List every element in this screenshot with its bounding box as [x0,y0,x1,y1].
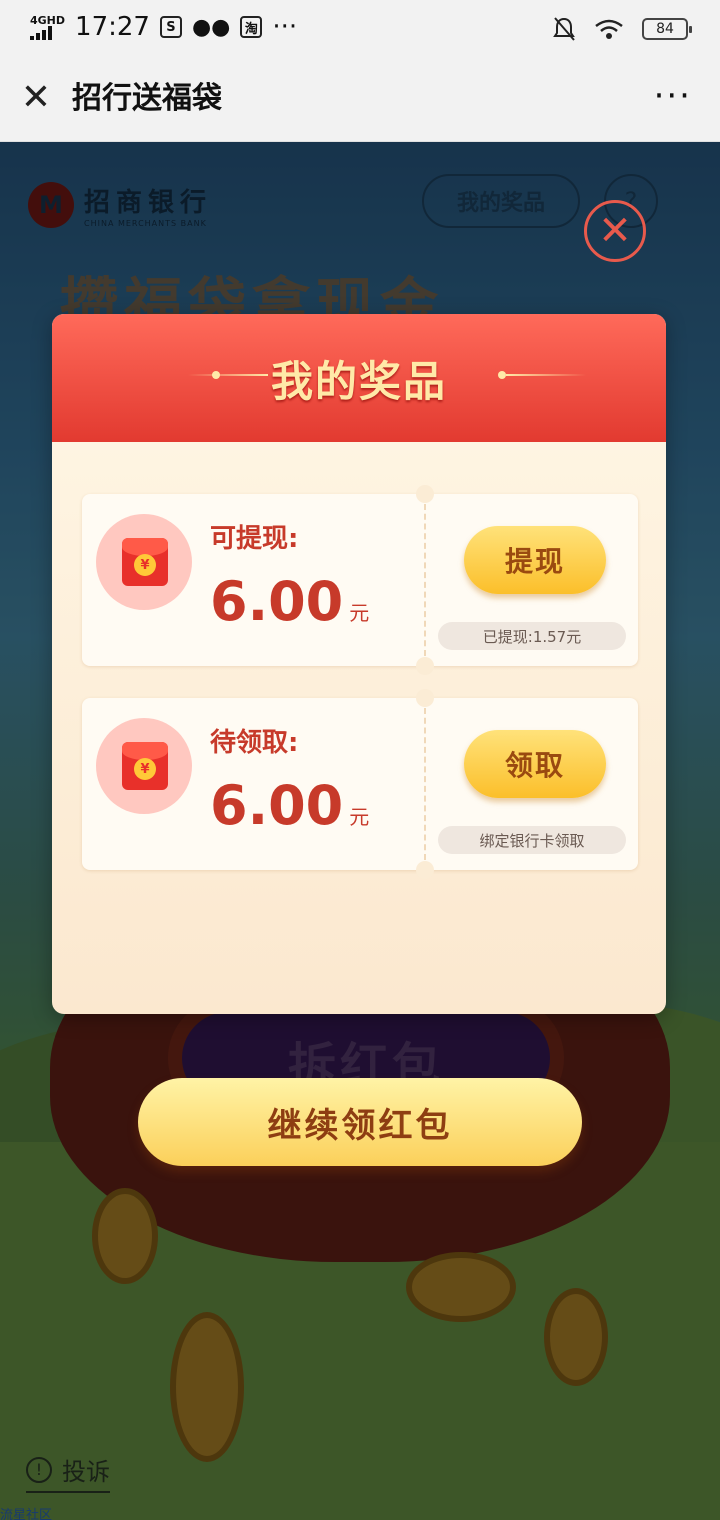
withdraw-button[interactable]: 提现 [464,526,606,594]
red-envelope-icon: ¥ [96,514,192,610]
close-icon[interactable]: ✕ [18,78,54,118]
taobao-icon: 淘 [240,16,263,38]
status-bar: 4GHD 17:27 S ●● 淘 ··· 84 [0,0,720,56]
pending-amount: 6.00 元 [210,774,370,837]
dialog-title: 我的奖品 [270,357,447,406]
header-dot [498,371,506,379]
pending-card: ¥ 待领取: 6.00 元 领取 绑定银行卡领取 [82,689,638,879]
modal-close-icon[interactable]: ✕ [584,200,646,262]
withdrawn-note: 已提现:1.57元 [438,622,626,650]
s-icon: S [159,16,182,38]
battery-icon: 84 [642,18,692,40]
network-type: 4GHD [30,13,66,27]
page-title: 招行送福袋 [72,81,222,116]
bind-card-note: 绑定银行卡领取 [438,826,626,854]
claim-button[interactable]: 领取 [464,730,606,798]
status-bar-left: 4GHD 17:27 S ●● 淘 ··· [30,12,297,42]
signal-icon: 4GHD [30,15,65,40]
status-bar-right: 84 [552,16,692,42]
clock: 17:27 [75,12,150,42]
wifi-icon [595,19,623,39]
header-divider [506,374,586,376]
wechat-icon: ●● [191,14,231,40]
title-bar: ✕ 招行送福袋 ··· [0,56,720,142]
more-menu-icon[interactable]: ··· [654,78,692,114]
my-prizes-dialog: 我的奖品 ¥ 可提现: 6.00 元 提现 已提现:1.57元 ¥ 待领取: 6.… [52,314,666,1014]
dialog-header: 我的奖品 [52,314,666,442]
withdrawable-label: 可提现: [210,524,299,554]
red-envelope-icon: ¥ [96,718,192,814]
withdrawable-card: ¥ 可提现: 6.00 元 提现 已提现:1.57元 [82,485,638,675]
continue-red-envelope-button[interactable]: 继续领红包 [138,1078,582,1166]
mute-bell-icon [553,17,575,41]
withdrawable-amount: 6.00 元 [210,570,370,633]
pending-label: 待领取: [210,728,299,758]
more-notifications-icon: ··· [272,12,298,42]
